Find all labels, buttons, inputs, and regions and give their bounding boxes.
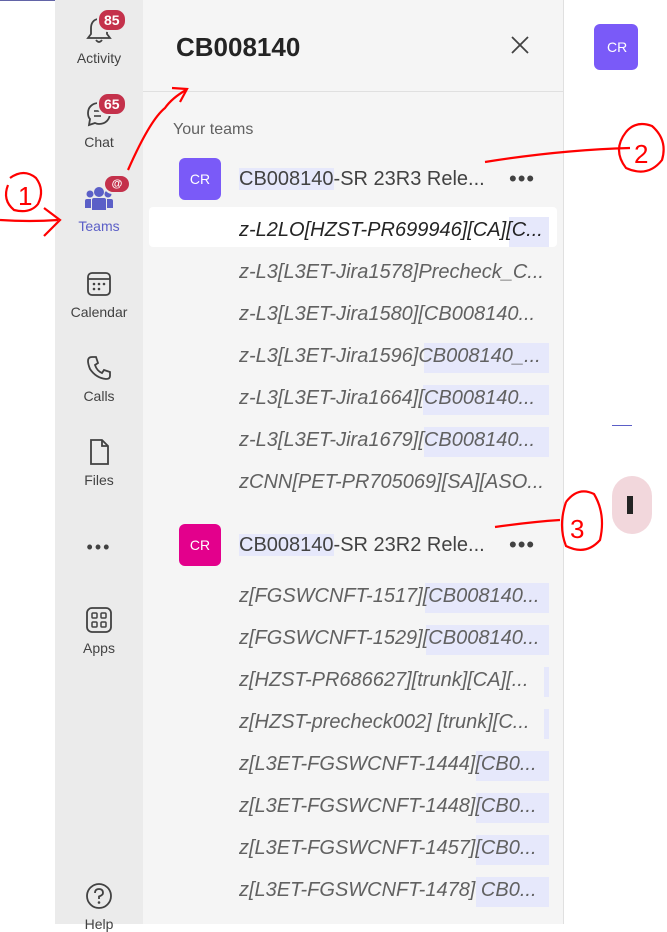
teams-mention-badge: @ bbox=[103, 174, 131, 194]
apps-icon bbox=[83, 604, 115, 636]
chat-icon: 65 bbox=[83, 92, 127, 130]
team-name: CB008140-SR 23R2 Rele... bbox=[239, 534, 485, 557]
annotation-one: 1 bbox=[18, 181, 32, 211]
team-more-options-icon[interactable]: ••• bbox=[509, 532, 535, 558]
rail-files[interactable]: Files bbox=[55, 436, 143, 488]
rail-label-files: Files bbox=[84, 472, 114, 488]
main-team-avatar[interactable]: CR bbox=[594, 24, 638, 70]
calendar-icon bbox=[83, 268, 115, 300]
rail-label-activity: Activity bbox=[76, 50, 122, 66]
channel-item[interactable]: z-L3[L3ET-Jira1578]Precheck_C... bbox=[239, 259, 549, 289]
channel-name: z[HZST-precheck002] [trunk][C... bbox=[239, 711, 530, 733]
rail-label-chat: Chat bbox=[84, 134, 114, 150]
channel-item[interactable]: z[L3ET-FGSWCNFT-1457][CB0... bbox=[239, 835, 549, 865]
channel-name: z-L3[L3ET-Jira1578]Precheck_C... bbox=[239, 261, 544, 283]
channel-item[interactable]: z-L3[L3ET-Jira1664][CB008140... bbox=[239, 385, 549, 415]
team-more-options-icon[interactable]: ••• bbox=[509, 166, 535, 192]
team-row[interactable]: CR CB008140-SR 23R2 Rele... ••• bbox=[143, 524, 563, 568]
rail-label-teams: Teams bbox=[78, 218, 120, 234]
channel-item[interactable]: z-L2LO[HZST-PR699946][CA][C... bbox=[239, 217, 549, 247]
channel-name: z-L3[L3ET-Jira1596]CB008140_... bbox=[239, 345, 541, 367]
rail-chat[interactable]: 65 Chat bbox=[55, 92, 143, 150]
channel-item[interactable]: z-L3[L3ET-Jira1580][CB008140... bbox=[239, 301, 549, 331]
file-icon bbox=[83, 436, 115, 468]
rail-label-calls: Calls bbox=[83, 388, 115, 404]
rail-apps[interactable]: Apps bbox=[55, 604, 143, 656]
rail-more[interactable]: ••• bbox=[55, 533, 143, 558]
annotation-two: 2 bbox=[634, 139, 648, 169]
content-divider-fragment bbox=[612, 425, 632, 426]
channel-item[interactable]: z[L3ET-FGSWCNFT-1478] CB0... bbox=[239, 877, 549, 907]
rail-help[interactable]: Help bbox=[55, 880, 143, 932]
channel-item[interactable]: z[HZST-PR686627][trunk][CA][... bbox=[239, 667, 549, 697]
search-match-highlight bbox=[544, 709, 549, 739]
channel-name: z[L3ET-FGSWCNFT-1448][CB0... bbox=[239, 795, 537, 817]
channel-name: z[L3ET-FGSWCNFT-1478] CB0... bbox=[239, 879, 537, 901]
search-match-highlight bbox=[544, 667, 549, 697]
teams-panel: CB008140 Your teams CR CB008140-SR 23R3 R… bbox=[143, 0, 563, 924]
chat-badge: 65 bbox=[97, 92, 127, 116]
teams-icon: @ bbox=[83, 174, 131, 214]
team-row[interactable]: CR CB008140-SR 23R3 Rele... ••• bbox=[143, 158, 563, 202]
app-rail: 85 Activity 65 Chat @ Teams Calendar Cal… bbox=[55, 0, 143, 932]
channel-item[interactable]: z[FGSWCNFT-1529][CB008140... bbox=[239, 625, 549, 655]
rail-label-calendar: Calendar bbox=[70, 304, 128, 320]
rail-calendar[interactable]: Calendar bbox=[55, 268, 143, 320]
header-divider bbox=[143, 91, 563, 92]
channel-item[interactable]: z[L3ET-FGSWCNFT-1448][CB0... bbox=[239, 793, 549, 823]
team-name-highlight: CB008140 bbox=[239, 534, 334, 556]
channel-name: z-L3[L3ET-Jira1664][CB008140... bbox=[239, 387, 536, 409]
channel-name: zCNN[PET-PR705069][SA][ASO... bbox=[239, 471, 544, 493]
page-title: CB008140 bbox=[176, 32, 301, 62]
phone-icon bbox=[83, 352, 115, 384]
team-name: CB008140-SR 23R3 Rele... bbox=[239, 168, 485, 191]
rail-label-apps: Apps bbox=[83, 640, 115, 656]
team-name-highlight: CB008140 bbox=[239, 168, 334, 190]
team-name-rest: -SR 23R3 Rele... bbox=[333, 168, 485, 190]
team-avatar: CR bbox=[179, 524, 221, 566]
channel-item[interactable]: z-L3[L3ET-Jira1596]CB008140_... bbox=[239, 343, 549, 373]
main-content: CR bbox=[563, 0, 652, 924]
rail-calls[interactable]: Calls bbox=[55, 352, 143, 404]
channel-item[interactable]: z[HZST-precheck002] [trunk][C... bbox=[239, 709, 549, 739]
rail-label-help: Help bbox=[84, 916, 114, 932]
team-name-rest: -SR 23R2 Rele... bbox=[333, 534, 485, 556]
channel-name: z[L3ET-FGSWCNFT-1444][CB0... bbox=[239, 753, 537, 775]
channel-item[interactable]: z[FGSWCNFT-1517][CB008140... bbox=[239, 583, 549, 613]
channel-item[interactable]: z[L3ET-FGSWCNFT-1444][CB0... bbox=[239, 751, 549, 781]
rail-activity[interactable]: 85 Activity bbox=[55, 8, 143, 66]
channel-name: z-L3[L3ET-Jira1580][CB008140... bbox=[239, 303, 536, 325]
team-avatar: CR bbox=[179, 158, 221, 200]
channel-name: z[FGSWCNFT-1517][CB008140... bbox=[239, 585, 540, 607]
content-avatar-fragment-mark bbox=[627, 496, 633, 514]
rail-teams[interactable]: @ Teams bbox=[55, 174, 143, 234]
channel-item[interactable]: zCNN[PET-PR705069][SA][ASO... bbox=[239, 469, 549, 499]
channel-item[interactable]: z-L3[L3ET-Jira1679][CB008140... bbox=[239, 427, 549, 457]
channel-name: z-L3[L3ET-Jira1679][CB008140... bbox=[239, 429, 536, 451]
activity-badge: 85 bbox=[97, 8, 127, 32]
channel-name: z[L3ET-FGSWCNFT-1457][CB0... bbox=[239, 837, 537, 859]
more-icon: ••• bbox=[86, 537, 112, 557]
channel-name: z[FGSWCNFT-1529][CB008140... bbox=[239, 627, 540, 649]
main-avatar-initials: CR bbox=[607, 39, 628, 55]
channel-name: z[HZST-PR686627][trunk][CA][... bbox=[239, 669, 529, 691]
bell-icon: 85 bbox=[83, 8, 127, 46]
section-label-your-teams: Your teams bbox=[173, 121, 254, 138]
channel-name: z-L2LO[HZST-PR699946][CA][C... bbox=[239, 219, 543, 241]
help-icon bbox=[83, 880, 115, 912]
close-icon[interactable] bbox=[508, 33, 532, 57]
